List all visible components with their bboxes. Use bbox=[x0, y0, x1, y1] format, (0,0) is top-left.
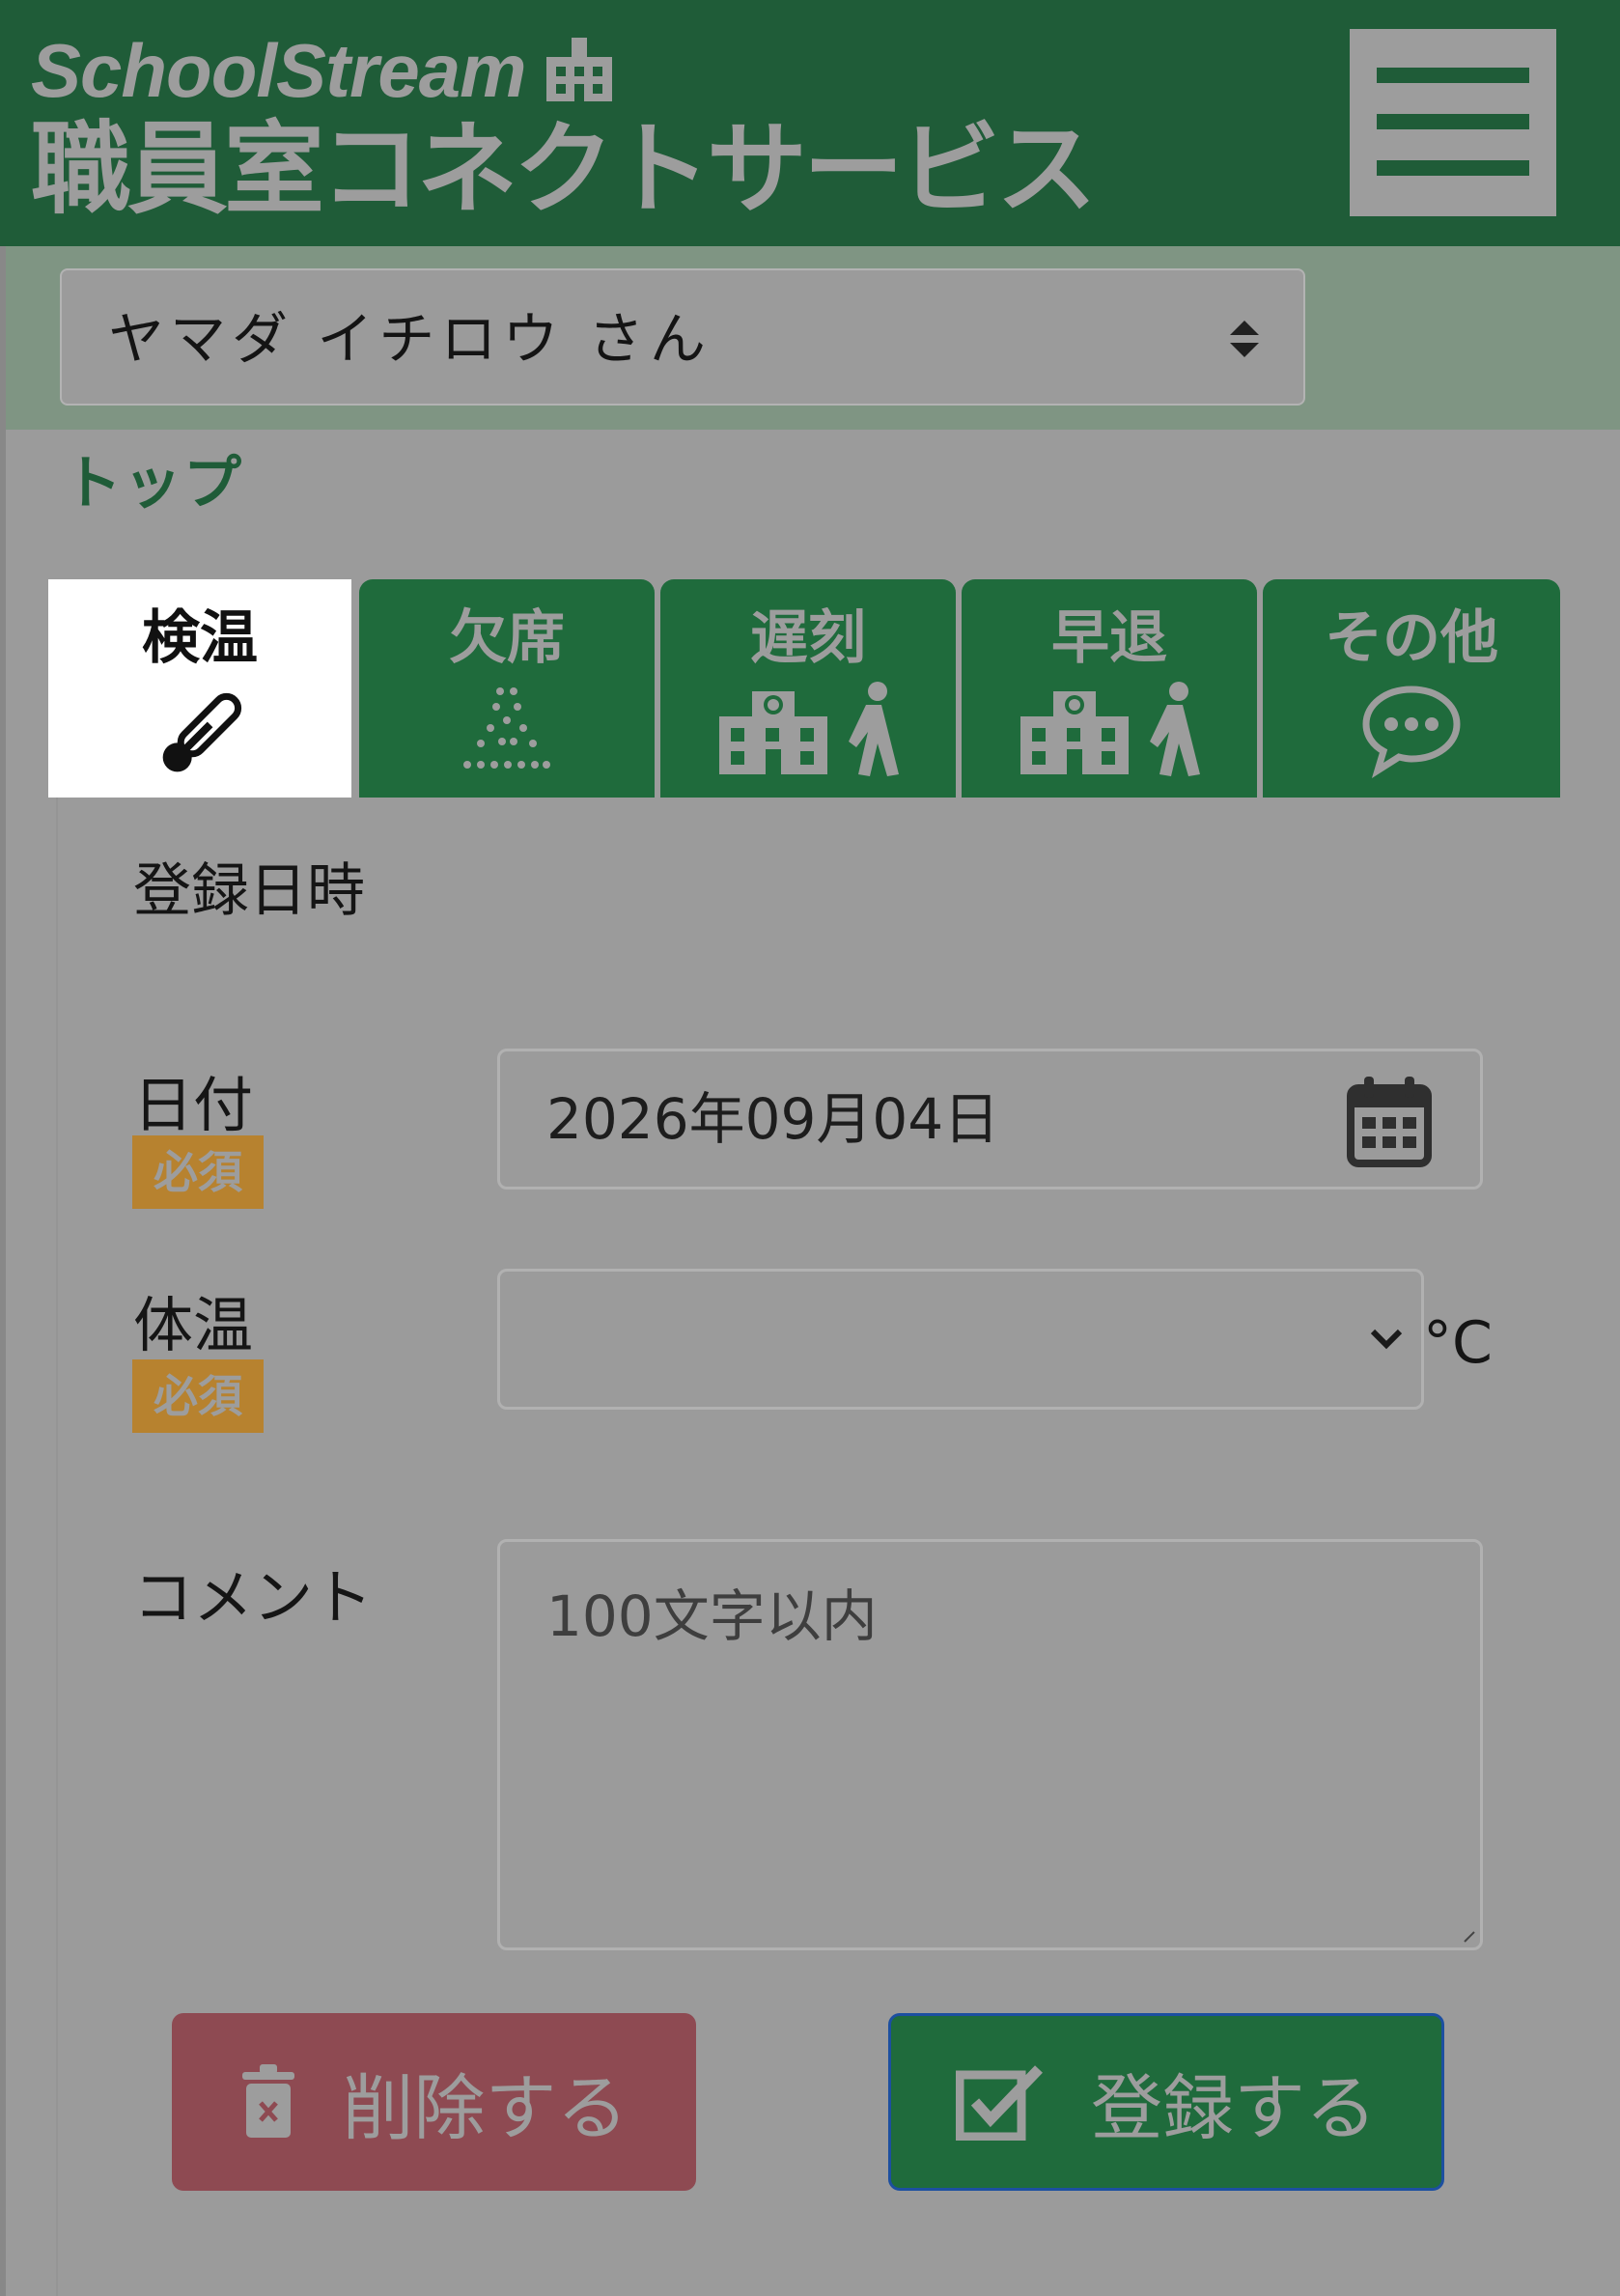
date-label: 日付 bbox=[133, 1070, 254, 1140]
tab-label: 早退 bbox=[1051, 604, 1167, 672]
chevron-down-icon bbox=[1370, 1329, 1403, 1350]
school-walking-icon bbox=[1020, 682, 1200, 776]
delete-button[interactable]: 削除する bbox=[172, 2013, 696, 2191]
tab-label: 検温 bbox=[142, 604, 258, 672]
thermometer-icon bbox=[162, 692, 242, 772]
user-select[interactable]: ヤマダ イチロウ さん bbox=[60, 268, 1305, 406]
sort-caret-icon bbox=[1230, 321, 1259, 357]
hamburger-menu-button[interactable] bbox=[1350, 29, 1556, 216]
calendar-icon[interactable] bbox=[1345, 1075, 1434, 1169]
delete-button-label: 削除する bbox=[342, 2066, 628, 2150]
tab-temperature-check[interactable]: 検温 bbox=[48, 579, 351, 798]
temperature-label: 体温 bbox=[133, 1290, 254, 1360]
date-field[interactable]: 2026年09月04日 bbox=[497, 1049, 1483, 1190]
user-select-value: ヤマダ イチロウ さん bbox=[108, 306, 712, 372]
app-header: SchoolStream 職員室コネクトサービス bbox=[0, 0, 1620, 246]
resize-grip-icon[interactable] bbox=[1463, 1930, 1476, 1944]
tab-label: 遅刻 bbox=[750, 604, 866, 672]
temperature-select[interactable] bbox=[497, 1269, 1424, 1410]
school-walking-icon bbox=[719, 682, 899, 776]
report-type-tabs: 検温 欠席 遅刻 早退 その他 bbox=[48, 579, 1560, 798]
breadcrumb-top-link[interactable]: トップ bbox=[64, 436, 243, 520]
comment-placeholder: 100文字以内 bbox=[546, 1583, 878, 1649]
absence-dots-icon bbox=[463, 687, 550, 769]
brand-name: SchoolStream bbox=[31, 28, 526, 113]
required-badge: 必須 bbox=[132, 1359, 264, 1433]
tab-absence[interactable]: 欠席 bbox=[359, 579, 655, 798]
trash-icon bbox=[241, 2064, 294, 2138]
service-name: 職員室コネクトサービス bbox=[31, 110, 1097, 228]
temperature-unit: °C bbox=[1423, 1309, 1493, 1377]
tab-label: その他 bbox=[1325, 604, 1498, 672]
school-building-icon bbox=[546, 38, 613, 101]
date-value: 2026年09月04日 bbox=[546, 1086, 1000, 1152]
section-title: 登録日時 bbox=[133, 857, 365, 925]
submit-button-label: 登録する bbox=[1091, 2066, 1377, 2150]
submit-button[interactable]: 登録する bbox=[888, 2013, 1444, 2191]
tab-late[interactable]: 遅刻 bbox=[660, 579, 956, 798]
checkbox-check-icon bbox=[956, 2065, 1043, 2141]
brand-logo: SchoolStream 職員室コネクトサービス bbox=[31, 28, 1097, 228]
comment-label: コメント bbox=[133, 1562, 374, 1633]
user-selector-bar: ヤマダ イチロウ さん bbox=[0, 246, 1620, 430]
left-edge bbox=[0, 246, 6, 2296]
required-badge: 必須 bbox=[132, 1135, 264, 1209]
tab-label: 欠席 bbox=[449, 604, 565, 672]
tab-early-leave[interactable]: 早退 bbox=[962, 579, 1257, 798]
tab-other[interactable]: その他 bbox=[1263, 579, 1560, 798]
speech-bubble-icon bbox=[1362, 686, 1461, 778]
comment-textarea[interactable]: 100文字以内 bbox=[497, 1539, 1483, 1950]
